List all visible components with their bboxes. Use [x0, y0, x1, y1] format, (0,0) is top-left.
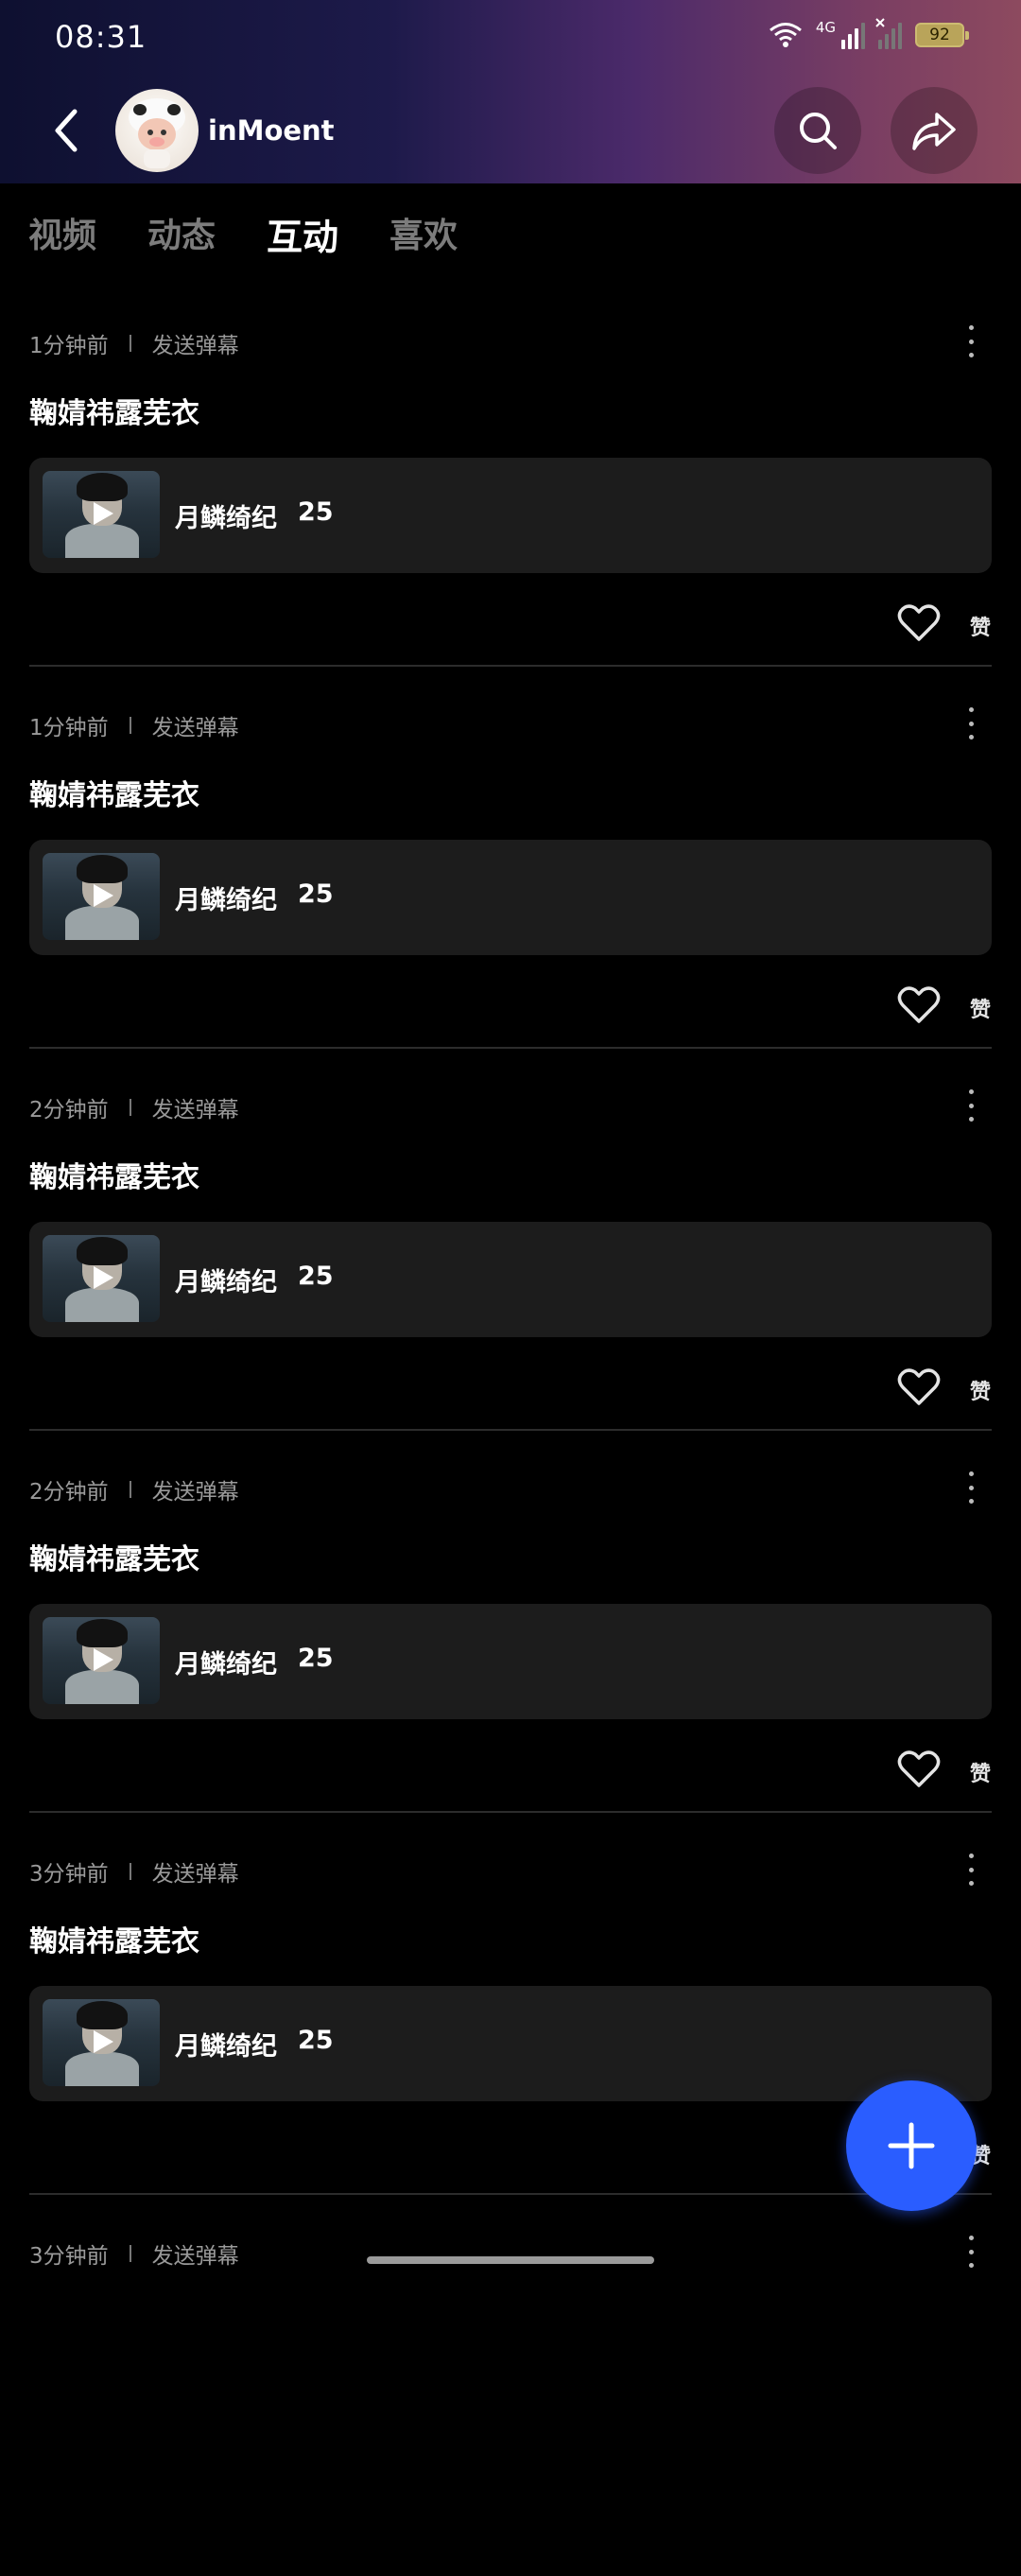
danmaku-text: 鞠婧祎露芜衣: [29, 397, 199, 430]
heart-icon[interactable]: [896, 601, 942, 643]
video-thumbnail: [43, 853, 160, 940]
video-card[interactable]: 月鳞绮纪 25: [29, 840, 992, 955]
item-meta: 3分钟前 发送弹幕: [29, 2237, 239, 2270]
item-time: 2分钟前: [29, 1480, 109, 1505]
like-label[interactable]: 赞: [970, 993, 991, 1023]
episode-number: 25: [298, 1262, 334, 1291]
episode-number: 25: [298, 497, 334, 527]
tab-interactions[interactable]: 互动: [267, 208, 338, 260]
signal-no-service-icon: [875, 18, 902, 49]
item-meta: 3分钟前 发送弹幕: [29, 1855, 239, 1888]
more-options-button[interactable]: [957, 325, 985, 357]
item-meta: 2分钟前 发送弹幕: [29, 1091, 239, 1123]
meta-divider: [129, 2245, 131, 2262]
tab-moments[interactable]: 动态: [147, 208, 216, 260]
video-card[interactable]: 月鳞绮纪 25: [29, 1986, 992, 2101]
danmaku-text: 鞠婧祎露芜衣: [29, 779, 199, 812]
feed-item: 3分钟前 发送弹幕: [0, 2194, 1021, 2576]
back-icon: [55, 109, 78, 152]
username[interactable]: inMoent: [208, 114, 335, 147]
video-thumbnail: [43, 471, 160, 558]
tab-videos[interactable]: 视频: [28, 208, 96, 260]
like-label[interactable]: 赞: [970, 1757, 991, 1787]
video-card[interactable]: 月鳞绮纪 25: [29, 1604, 992, 1719]
search-button[interactable]: [774, 87, 861, 174]
item-time: 2分钟前: [29, 1098, 109, 1123]
status-icons: 4G 92: [769, 18, 969, 49]
play-icon: [94, 884, 113, 907]
back-button[interactable]: [42, 98, 91, 163]
header-bar: 08:31 4G 92 inMoent: [0, 0, 1021, 183]
danmaku-text: 鞠婧祎露芜衣: [29, 1925, 199, 1958]
video-thumbnail: [43, 1617, 160, 1704]
episode-number: 25: [298, 879, 334, 909]
item-action: 发送弹幕: [151, 1098, 239, 1123]
search-icon: [800, 113, 837, 149]
play-icon: [94, 1648, 113, 1671]
video-card[interactable]: 月鳞绮纪 25: [29, 458, 992, 573]
heart-icon[interactable]: [896, 1748, 942, 1789]
more-options-button[interactable]: [957, 1854, 985, 1886]
item-time: 3分钟前: [29, 1862, 109, 1887]
like-label[interactable]: 赞: [970, 1375, 991, 1405]
signal-icon: [841, 21, 865, 49]
meta-divider: [129, 1099, 131, 1116]
feed-item: 1分钟前 发送弹幕 鞠婧祎露芜衣 月鳞绮纪 25 赞: [0, 284, 1021, 667]
item-action: 发送弹幕: [151, 2244, 239, 2269]
avatar-image: [129, 98, 185, 168]
heart-icon[interactable]: [896, 983, 942, 1025]
item-action: 发送弹幕: [151, 1480, 239, 1505]
tab-likes[interactable]: 喜欢: [389, 208, 458, 260]
item-time: 1分钟前: [29, 716, 109, 740]
feed-item: 2分钟前 发送弹幕 鞠婧祎露芜衣 月鳞绮纪 25 赞: [0, 1430, 1021, 1813]
video-title: 月鳞绮纪: [175, 504, 277, 533]
feed-item: 1分钟前 发送弹幕 鞠婧祎露芜衣 月鳞绮纪 25 赞: [0, 666, 1021, 1049]
share-button[interactable]: [891, 87, 978, 174]
more-options-button[interactable]: [957, 2236, 985, 2268]
item-action: 发送弹幕: [151, 716, 239, 740]
add-button[interactable]: [846, 2080, 977, 2211]
video-title: 月鳞绮纪: [175, 886, 277, 915]
item-time: 3分钟前: [29, 2244, 109, 2269]
share-icon: [912, 113, 956, 150]
meta-divider: [129, 335, 131, 352]
meta-divider: [129, 717, 131, 734]
video-title: 月鳞绮纪: [175, 1650, 277, 1680]
video-thumbnail: [43, 1235, 160, 1322]
play-icon: [94, 1266, 113, 1289]
status-time: 08:31: [55, 19, 147, 55]
battery-icon: 92: [915, 23, 969, 47]
meta-divider: [129, 1863, 131, 1880]
play-icon: [94, 502, 113, 525]
meta-divider: [129, 1481, 131, 1498]
video-title: 月鳞绮纪: [175, 1268, 277, 1297]
item-action: 发送弹幕: [151, 1862, 239, 1887]
item-meta: 2分钟前 发送弹幕: [29, 1473, 239, 1506]
episode-number: 25: [298, 1644, 334, 1673]
item-meta: 1分钟前 发送弹幕: [29, 327, 239, 359]
danmaku-text: 鞠婧祎露芜衣: [29, 1543, 199, 1576]
heart-icon[interactable]: [896, 1366, 942, 1407]
profile-tabs: 视频 动态 互动 喜欢: [28, 208, 458, 260]
more-options-button[interactable]: [957, 1089, 985, 1122]
play-icon: [94, 2030, 113, 2053]
home-indicator[interactable]: [367, 2256, 654, 2264]
more-options-button[interactable]: [957, 1471, 985, 1504]
wifi-icon: [769, 23, 802, 47]
video-title: 月鳞绮纪: [175, 2032, 277, 2062]
danmaku-text: 鞠婧祎露芜衣: [29, 1161, 199, 1194]
interaction-feed: 1分钟前 发送弹幕 鞠婧祎露芜衣 月鳞绮纪 25 赞 1分钟前 发送弹幕 鞠婧祎…: [0, 284, 1021, 2576]
item-time: 1分钟前: [29, 334, 109, 358]
episode-number: 25: [298, 2026, 334, 2055]
more-options-button[interactable]: [957, 707, 985, 740]
network-type-label: 4G: [815, 19, 836, 36]
item-meta: 1分钟前 发送弹幕: [29, 709, 239, 741]
video-thumbnail: [43, 1999, 160, 2086]
like-label[interactable]: 赞: [970, 611, 991, 641]
avatar[interactable]: [115, 89, 199, 172]
plus-icon: [888, 2122, 935, 2169]
feed-item: 2分钟前 发送弹幕 鞠婧祎露芜衣 月鳞绮纪 25 赞: [0, 1048, 1021, 1431]
item-action: 发送弹幕: [151, 334, 239, 358]
video-card[interactable]: 月鳞绮纪 25: [29, 1222, 992, 1337]
